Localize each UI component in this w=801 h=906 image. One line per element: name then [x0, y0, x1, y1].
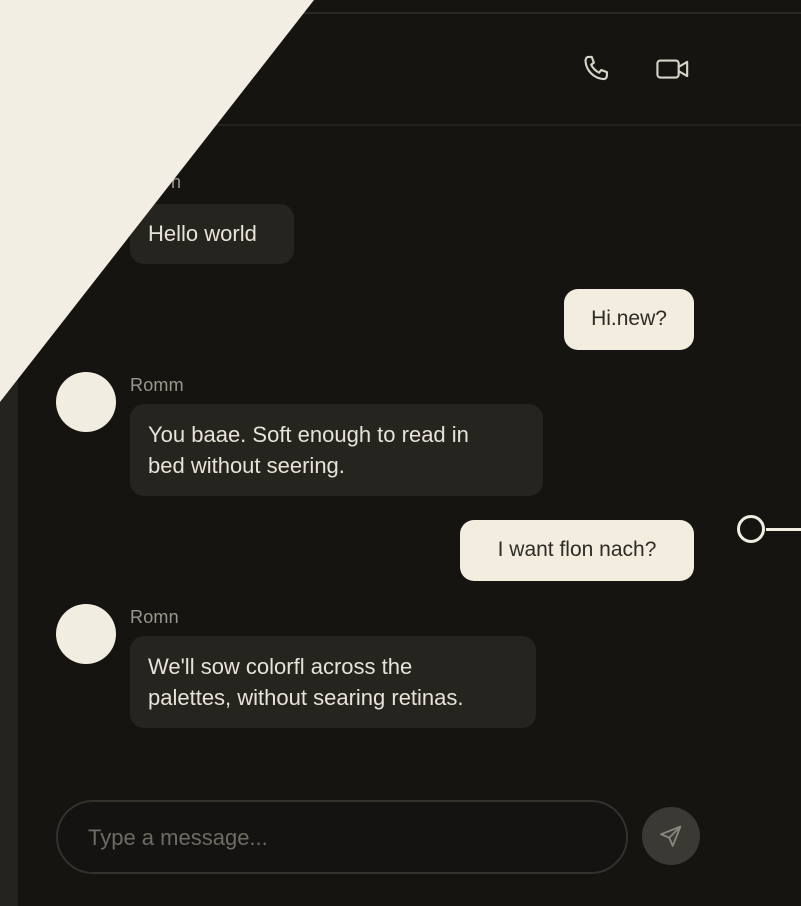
message-text: I want flon nach?	[497, 538, 657, 561]
message-bubble-incoming: We'll sow colorfl across the palettes, w…	[130, 636, 536, 728]
phone-icon	[584, 55, 608, 81]
message-bubble-outgoing: I want flon nach?	[460, 520, 694, 581]
video-call-button[interactable]	[654, 52, 692, 86]
connector-line	[766, 528, 801, 531]
send-icon	[660, 825, 682, 847]
sender-name: Romn	[130, 607, 179, 627]
sender-name: Romm	[130, 375, 184, 395]
message-bubble-outgoing: Hi.new?	[564, 289, 694, 350]
message-bubble-incoming: You baae. Soft enough to read in bed wit…	[130, 404, 543, 496]
message-bubble-incoming: Hello world	[130, 204, 294, 264]
message-composer	[56, 800, 628, 874]
chat-window: n Hello world Hi.new? Romm You baae. Sof…	[0, 0, 801, 906]
message-text: Hello world	[148, 221, 257, 246]
message-line: palettes, without searing retinas.	[148, 685, 464, 710]
send-button[interactable]	[642, 807, 700, 865]
avatar[interactable]	[56, 604, 116, 664]
message-line: We'll sow colorfl across the	[148, 654, 413, 679]
message-line: You baae. Soft enough to read in	[148, 422, 469, 447]
message-line: bed without seering.	[148, 453, 345, 478]
call-button[interactable]	[577, 52, 615, 86]
connector-node	[737, 515, 765, 543]
video-camera-icon	[656, 59, 689, 79]
avatar[interactable]	[56, 372, 116, 432]
message-text: Hi.new?	[591, 307, 667, 330]
message-input[interactable]	[86, 802, 590, 874]
